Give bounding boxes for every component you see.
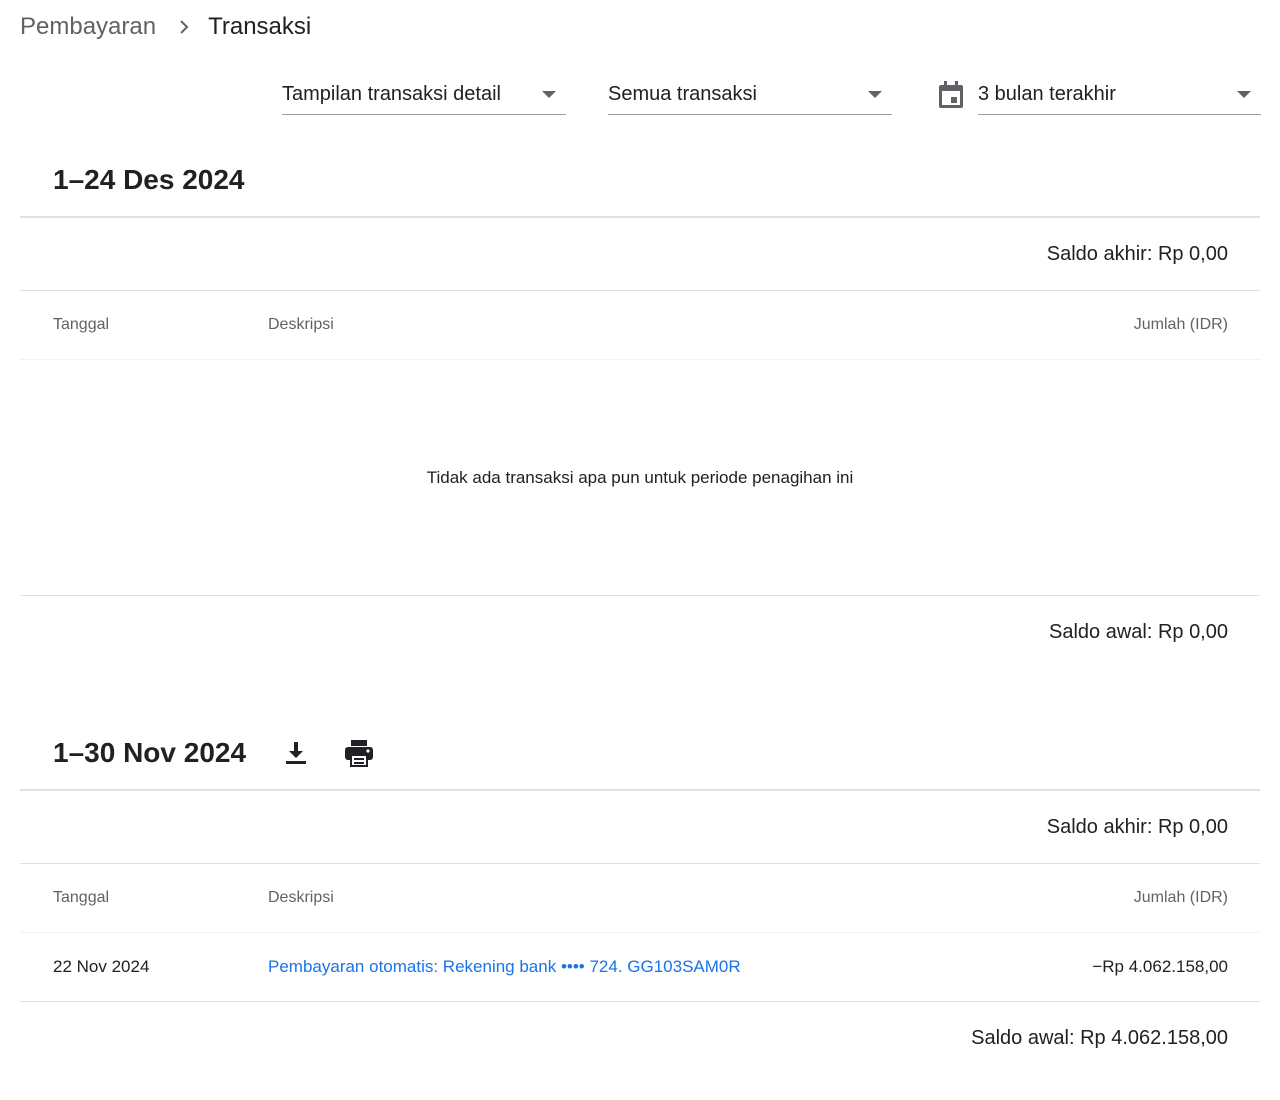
period-title: 1–30 Nov 2024 — [53, 737, 247, 768]
transaction-amount: −Rp 4.062.158,00 — [1092, 957, 1228, 976]
table-header: Tanggal Deskripsi Jumlah (IDR) — [20, 291, 1260, 360]
closing-balance-text: Saldo akhir: Rp 0,00 — [1046, 242, 1228, 265]
arrow-drop-down-icon — [1237, 90, 1251, 98]
empty-state: Tidak ada transaksi apa pun untuk period… — [20, 360, 1260, 596]
opening-balance: Saldo awal: Rp 4.062.158,00 — [20, 1002, 1260, 1074]
opening-balance-text: Saldo awal: Rp 4.062.158,00 — [971, 1026, 1228, 1049]
table-header: Tanggal Deskripsi Jumlah (IDR) — [20, 864, 1260, 933]
table-row: 22 Nov 2024 Pembayaran otomatis: Rekenin… — [20, 933, 1260, 1002]
transaction-description-link[interactable]: Pembayaran otomatis: Rekening bank •••• … — [268, 957, 741, 976]
period-title: 1–24 Des 2024 — [53, 164, 245, 195]
column-amount: Jumlah (IDR) — [1133, 889, 1228, 906]
chevron-right-icon — [178, 19, 190, 35]
closing-balance: Saldo akhir: Rp 0,00 — [20, 791, 1260, 864]
opening-balance-text: Saldo awal: Rp 0,00 — [1048, 620, 1228, 643]
download-icon[interactable] — [284, 740, 308, 766]
column-description: Deskripsi — [268, 889, 334, 906]
filter-bar: Tampilan transaksi detail Semua transaks… — [0, 74, 1280, 116]
transaction-type-value: Semua transaksi — [608, 82, 757, 105]
column-amount: Jumlah (IDR) — [1133, 316, 1228, 333]
transaction-date: 22 Nov 2024 — [53, 957, 150, 976]
empty-state-message: Tidak ada transaksi apa pun untuk period… — [426, 467, 854, 487]
print-icon[interactable] — [344, 739, 374, 767]
closing-balance-text: Saldo akhir: Rp 0,00 — [1046, 815, 1228, 838]
calendar-icon[interactable] — [937, 80, 965, 110]
date-range-select[interactable]: 3 bulan terakhir — [978, 74, 1261, 115]
transaction-description-cell: Pembayaran otomatis: Rekening bank •••• … — [268, 957, 960, 977]
arrow-drop-down-icon — [868, 90, 882, 98]
view-mode-select[interactable]: Tampilan transaksi detail — [282, 74, 566, 115]
period-header: 1–24 Des 2024 — [20, 144, 1260, 218]
view-mode-value: Tampilan transaksi detail — [282, 82, 501, 105]
transaction-type-select[interactable]: Semua transaksi — [608, 74, 892, 115]
breadcrumb-current: Transaksi — [208, 13, 312, 40]
breadcrumb-parent-link[interactable]: Pembayaran — [20, 13, 156, 41]
breadcrumb: Pembayaran Transaksi — [20, 10, 311, 44]
period-section-dec: 1–24 Des 2024 Saldo akhir: Rp 0,00 Tangg… — [20, 144, 1260, 668]
date-range-value: 3 bulan terakhir — [978, 82, 1116, 105]
period-section-nov: 1–30 Nov 2024 Saldo akhir: Rp 0,00 Tangg… — [20, 717, 1260, 1074]
opening-balance: Saldo awal: Rp 0,00 — [20, 596, 1260, 668]
arrow-drop-down-icon — [542, 90, 556, 98]
closing-balance: Saldo akhir: Rp 0,00 — [20, 218, 1260, 291]
column-date: Tanggal — [53, 889, 110, 906]
column-date: Tanggal — [53, 316, 110, 333]
period-header: 1–30 Nov 2024 — [20, 717, 1260, 791]
column-description: Deskripsi — [268, 316, 334, 333]
